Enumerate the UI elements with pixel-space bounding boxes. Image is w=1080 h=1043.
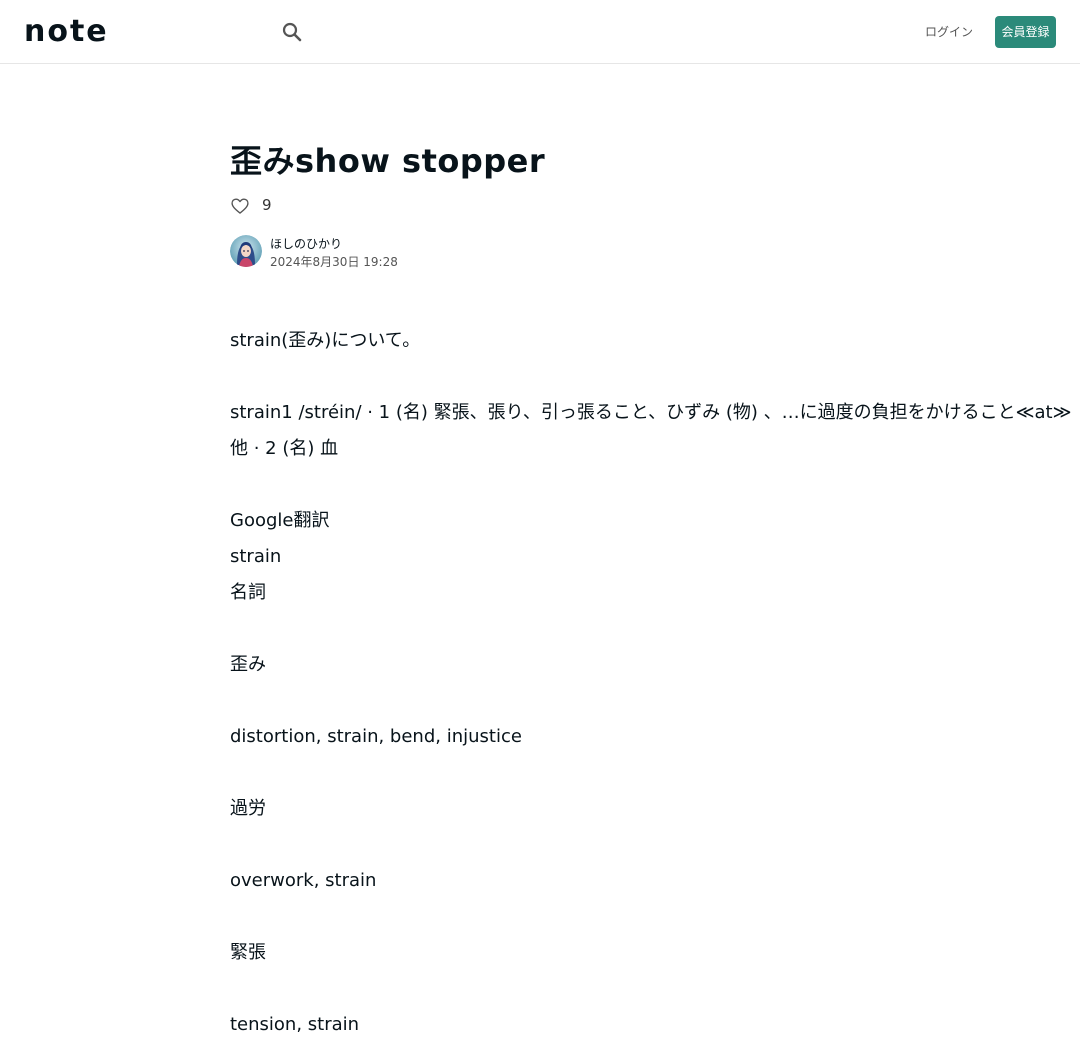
paragraph [230, 899, 850, 935]
article-body: strain(歪み)について。 strain1 /stréin/ · 1 (名)… [230, 323, 1072, 1043]
paragraph: 他 · 2 (名) 血 [230, 438, 339, 459]
paragraph: overwork, strain [230, 870, 377, 891]
paragraph: distortion, strain, bend, injustice [230, 726, 522, 747]
search-icon [282, 22, 302, 42]
paragraph [230, 827, 850, 863]
article-title: 歪みshow stopper [230, 142, 546, 180]
search-button[interactable] [280, 20, 304, 44]
paragraph [230, 611, 850, 647]
paragraph: strain1 /stréin/ · 1 (名) 緊張、張り、引っ張ること、ひず… [230, 402, 1072, 423]
paragraph [230, 683, 850, 719]
paragraph [230, 971, 850, 1007]
paragraph [230, 755, 850, 791]
post-date: 2024年8月30日 19:28 [270, 255, 398, 269]
paragraph [230, 467, 850, 503]
paragraph: strain [230, 546, 282, 567]
paragraph: 歪み [230, 654, 266, 675]
author-name[interactable]: ほしのひかり [270, 237, 342, 251]
like-button[interactable] [230, 196, 250, 216]
note-logo[interactable]: note [24, 17, 109, 47]
paragraph: strain(歪み)について。 [230, 330, 421, 351]
paragraph: 緊張 [230, 942, 266, 963]
paragraph: 過労 [230, 798, 266, 819]
like-count: 9 [262, 196, 272, 214]
login-link[interactable]: ログイン [924, 24, 974, 40]
author-avatar[interactable] [230, 235, 262, 267]
paragraph [230, 359, 850, 395]
site-header: note ログイン 会員登録 [0, 0, 1080, 64]
paragraph: tension, strain [230, 1014, 360, 1035]
heart-icon [231, 198, 249, 214]
signup-button[interactable]: 会員登録 [995, 16, 1056, 48]
avatar-image [230, 235, 262, 267]
paragraph: 名詞 [230, 582, 266, 603]
paragraph: Google翻訳 [230, 510, 330, 531]
